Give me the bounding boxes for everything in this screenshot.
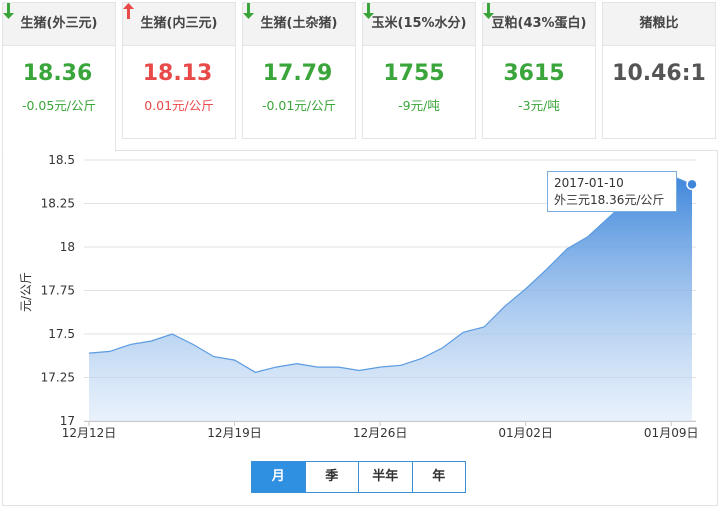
range-year-button[interactable]: 年 <box>411 462 466 492</box>
y-tick-label: 18.25 <box>41 197 75 211</box>
range-half-year-button[interactable]: 半年 <box>358 462 412 492</box>
card-price: 18.36 <box>3 3 115 88</box>
y-tick-label: 17.75 <box>41 284 75 298</box>
y-tick-label: 17.5 <box>48 327 75 341</box>
x-tick-label: 01月02日 <box>498 426 553 440</box>
x-tick-label: 12月19日 <box>207 426 262 440</box>
y-tick-label: 18.5 <box>48 153 75 167</box>
range-selector: 月 季 半年 年 <box>251 461 466 493</box>
card-pig-outer[interactable]: 生猪(外三元) 18.36 -0.05元/公斤 <box>2 2 116 152</box>
series-area <box>88 175 698 421</box>
chart-tooltip: 2017-01-10 外三元18.36元/公斤 <box>547 171 677 212</box>
x-tick-label: 01月09日 <box>644 426 699 440</box>
range-quarter-button[interactable]: 季 <box>304 462 359 492</box>
x-tick-label: 12月12日 <box>62 426 117 440</box>
y-tick-label: 18 <box>60 240 75 254</box>
y-axis-label: 元/公斤 <box>19 272 33 312</box>
x-tick-label: 12月26日 <box>353 426 408 440</box>
y-tick-label: 17.25 <box>41 371 75 385</box>
tooltip-value: 外三元18.36元/公斤 <box>554 193 665 207</box>
series-area-fill <box>89 175 692 421</box>
highlight-point <box>686 178 698 191</box>
range-month-button[interactable]: 月 <box>252 462 305 492</box>
card-title: 生猪(外三元) <box>3 3 115 46</box>
card-change: -0.05元/公斤 <box>21 98 97 113</box>
tooltip-date: 2017-01-10 <box>554 176 624 190</box>
